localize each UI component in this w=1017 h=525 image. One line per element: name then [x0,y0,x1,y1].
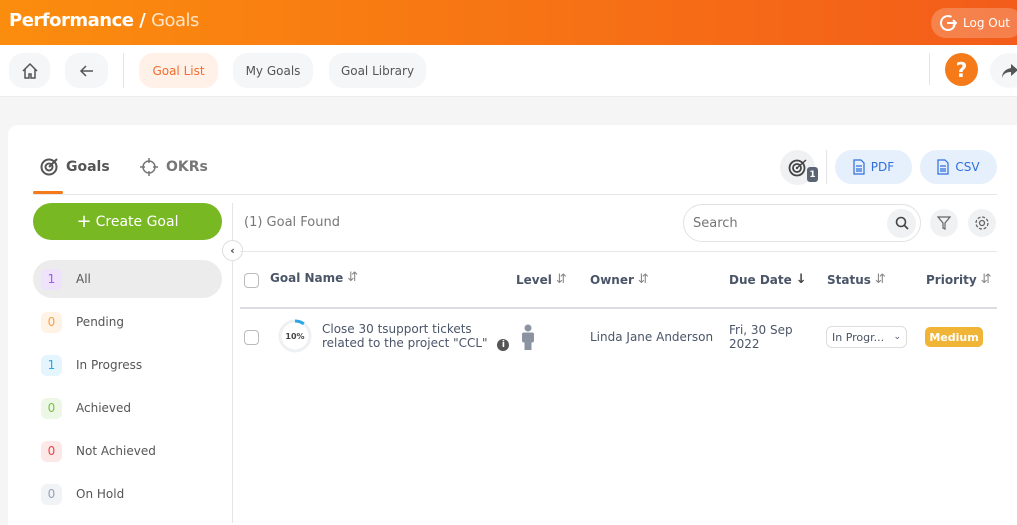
filter-label: All [76,272,91,286]
sort-descending-icon: ↓ [795,272,807,287]
create-goal-button[interactable]: + Create Goal [33,203,222,240]
help-button[interactable]: ? [945,53,978,86]
filter-label: Not Achieved [76,444,156,458]
column-due-date[interactable]: Due Date ↓ [729,272,807,287]
document-icon [937,159,949,175]
goal-name-link[interactable]: Close 30 tsupport tickets related to the … [322,322,510,351]
sidebar-filter-on-hold[interactable]: 0 On Hold [33,475,222,513]
export-pdf-button[interactable]: PDF [835,150,912,184]
search-button[interactable] [887,208,916,238]
document-icon [853,159,865,175]
sidebar-filter-all[interactable]: 1 All [33,260,222,298]
sort-icon: ⇵ [874,272,886,287]
sort-icon: ⇵ [637,272,649,287]
select-all-checkbox[interactable] [244,273,259,288]
status-select[interactable]: In Progr... ⌄ [826,326,907,348]
count-badge: 1 [807,167,818,182]
home-icon [21,62,38,79]
tab-my-goals[interactable]: My Goals [233,53,313,88]
owner-name: Linda Jane Anderson [590,330,714,344]
count-badge: 0 [41,440,62,462]
info-icon[interactable]: i [497,339,510,351]
sort-icon: ⇵ [555,272,567,287]
share-icon [1002,63,1017,78]
export-csv-button[interactable]: CSV [920,150,997,184]
filter-label: In Progress [76,358,143,372]
filter-button[interactable] [930,209,958,237]
tab-goal-list[interactable]: Goal List [139,53,218,88]
divider [33,194,997,195]
gear-icon [975,216,989,230]
filter-label: Pending [76,315,124,329]
sidebar-filter-pending[interactable]: 0 Pending [33,303,222,341]
home-button[interactable] [9,53,50,88]
sidebar-filter-in-progress[interactable]: 1 In Progress [33,346,222,384]
search-icon [895,216,909,230]
target-icon [40,158,58,176]
page-title: Performance / Goals [9,10,199,31]
crosshair-icon [140,158,158,176]
logout-button[interactable]: Log Out [931,8,1017,38]
back-button[interactable] [65,53,108,88]
settings-button[interactable] [968,209,996,237]
tab-okrs[interactable]: OKRs [140,158,208,176]
priority-badge: Medium [925,327,983,347]
count-badge: 0 [41,397,62,419]
divider [929,53,930,85]
arrow-left-icon [79,64,93,77]
count-badge: 0 [41,483,62,505]
count-badge: 1 [41,268,62,290]
person-icon [522,324,534,350]
target-arrow-icon [788,158,806,176]
column-level[interactable]: Level ⇵ [516,272,567,287]
column-goal-name[interactable]: Goal Name ⇵ [270,270,358,285]
row-checkbox[interactable] [244,330,259,345]
due-date: Fri, 30 Sep 2022 [729,323,793,351]
logout-icon [940,15,957,31]
results-count: (1) Goal Found [244,215,340,230]
tab-goal-library[interactable]: Goal Library [329,53,426,88]
plus-icon: + [76,211,92,232]
column-priority[interactable]: Priority ⇵ [926,272,992,287]
count-badge: 0 [41,311,62,333]
column-owner[interactable]: Owner ⇵ [590,272,649,287]
progress-ring: 10% [278,319,312,353]
divider [826,150,827,184]
sidebar-filter-not-achieved[interactable]: 0 Not Achieved [33,432,222,470]
filter-label: On Hold [76,487,125,501]
sort-icon: ⇵ [347,270,359,285]
header-divider [240,307,997,309]
divider [240,251,997,252]
sidebar-filter-achieved[interactable]: 0 Achieved [33,389,222,427]
search-box [683,204,921,242]
divider [123,53,124,88]
count-badge: 1 [41,354,62,376]
tab-goals[interactable]: Goals [40,158,110,176]
chevron-left-icon: ‹ [230,244,235,257]
search-input[interactable] [693,215,887,231]
sort-icon: ⇵ [980,272,992,287]
filter-label: Achieved [76,401,132,415]
column-status[interactable]: Status ⇵ [827,272,886,287]
progress-label: 10% [285,332,304,341]
chevron-down-icon: ⌄ [893,332,901,342]
filter-icon [937,216,951,230]
